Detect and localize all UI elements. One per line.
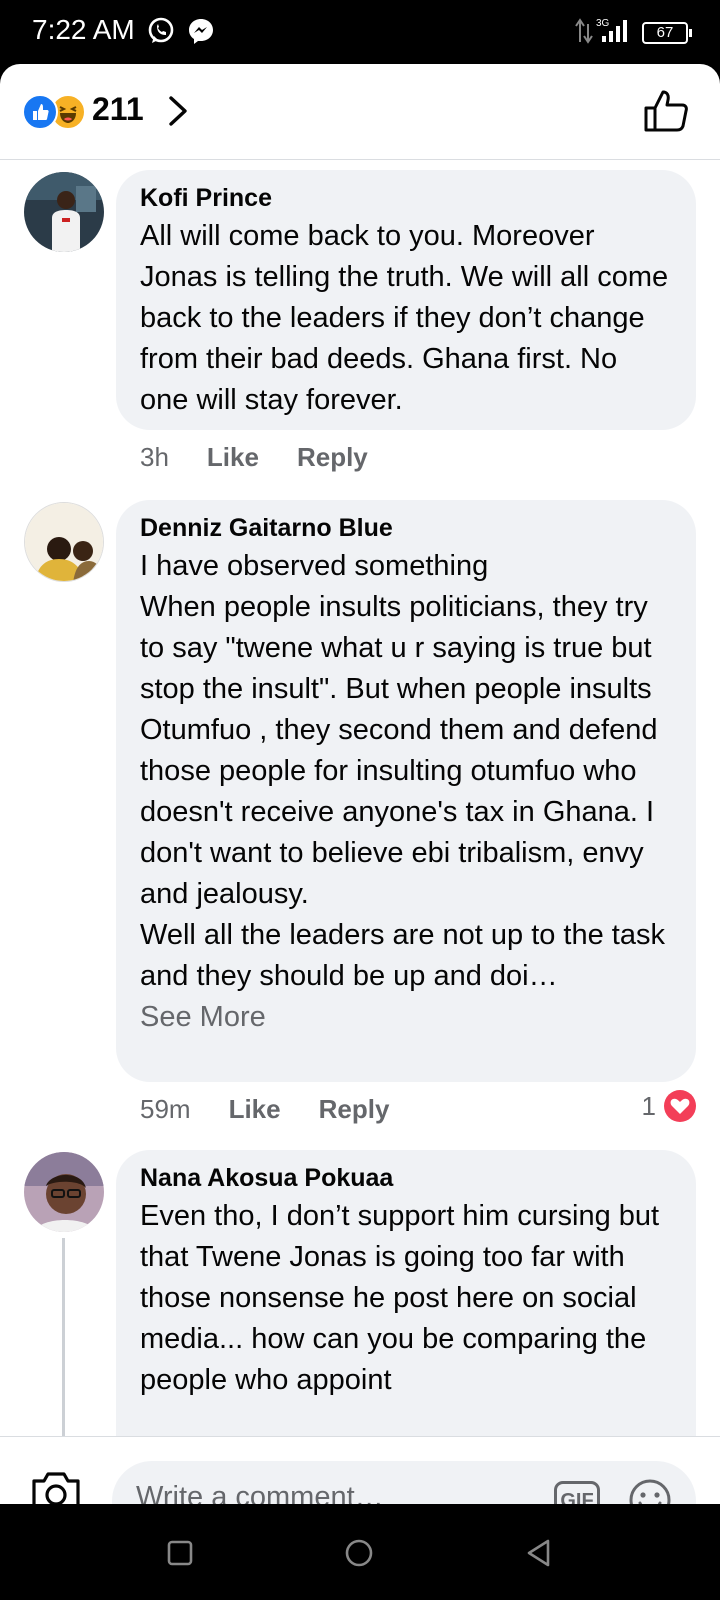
whatsapp-icon	[148, 17, 174, 43]
love-reaction-icon	[664, 1090, 696, 1122]
network-type-label: 3G	[596, 18, 610, 29]
back-icon[interactable]	[524, 1538, 554, 1568]
reply-comment-button[interactable]: Reply	[297, 442, 368, 472]
avatar-nana-akosua-pokuaa[interactable]	[24, 1152, 104, 1232]
comment-reaction-summary[interactable]: 1	[642, 1090, 696, 1122]
comment-bubble[interactable]: Kofi Prince All will come back to you. M…	[116, 170, 696, 430]
reaction-summary-bar[interactable]: 211	[0, 64, 720, 160]
like-reaction-icon	[22, 94, 58, 130]
like-comment-button[interactable]: Like	[207, 442, 259, 472]
comment-composer: Write a comment… GIF	[0, 1436, 720, 1504]
reply-thread-line	[62, 1238, 65, 1436]
avatar-kofi-prince[interactable]	[24, 172, 104, 252]
comment-time: 3h	[140, 442, 169, 472]
gif-button[interactable]: GIF	[554, 1481, 600, 1504]
avatar-denniz-gaitarno-blue[interactable]	[24, 502, 104, 582]
messenger-icon	[189, 19, 213, 44]
home-icon[interactable]	[344, 1538, 374, 1568]
comment-author[interactable]: Denniz Gaitarno Blue	[140, 512, 672, 544]
status-bar: 7:22 AM 3G 67	[0, 0, 720, 64]
comment-text: I have observed something When people in…	[140, 550, 665, 992]
system-navigation-bar	[0, 1504, 720, 1600]
comment-input-placeholder: Write a comment…	[136, 1481, 384, 1504]
comment-author[interactable]: Nana Akosua Pokuaa	[140, 1162, 672, 1194]
like-comment-button[interactable]: Like	[229, 1094, 281, 1124]
chevron-right-icon[interactable]	[165, 94, 191, 128]
comment-bubble[interactable]: Denniz Gaitarno Blue I have observed som…	[116, 500, 696, 1082]
comment-actions: 3h Like Reply	[140, 442, 406, 473]
see-more-link[interactable]: See More	[140, 997, 672, 1038]
reaction-count[interactable]: 211	[92, 91, 144, 128]
comment-text: Even tho, I don’t support him cursing bu…	[140, 1196, 672, 1401]
comments-sheet: 211 Kofi Prince All will come back to yo…	[0, 64, 720, 1504]
recent-apps-icon[interactable]	[165, 1538, 195, 1568]
status-time: 7:22 AM	[32, 14, 135, 45]
comment-reaction-count: 1	[641, 1090, 656, 1121]
comment-input[interactable]: Write a comment… GIF	[112, 1461, 696, 1504]
reply-comment-button[interactable]: Reply	[319, 1094, 390, 1124]
battery-indicator: 67	[642, 22, 692, 44]
like-thumb-icon[interactable]	[642, 88, 690, 134]
comment-actions: 59m Like Reply	[140, 1094, 427, 1125]
signal-icon: 3G	[575, 18, 627, 44]
comment-text: All will come back to you. Moreover Jona…	[140, 220, 677, 416]
comments-list: Kofi Prince All will come back to you. M…	[0, 160, 720, 1436]
comment-time: 59m	[140, 1094, 191, 1124]
battery-level: 67	[656, 24, 674, 41]
emoji-icon[interactable]	[628, 1478, 672, 1504]
camera-icon[interactable]	[30, 1469, 82, 1504]
comment-bubble[interactable]: Nana Akosua Pokuaa Even tho, I don’t sup…	[116, 1150, 696, 1436]
comment-author[interactable]: Kofi Prince	[140, 182, 672, 214]
